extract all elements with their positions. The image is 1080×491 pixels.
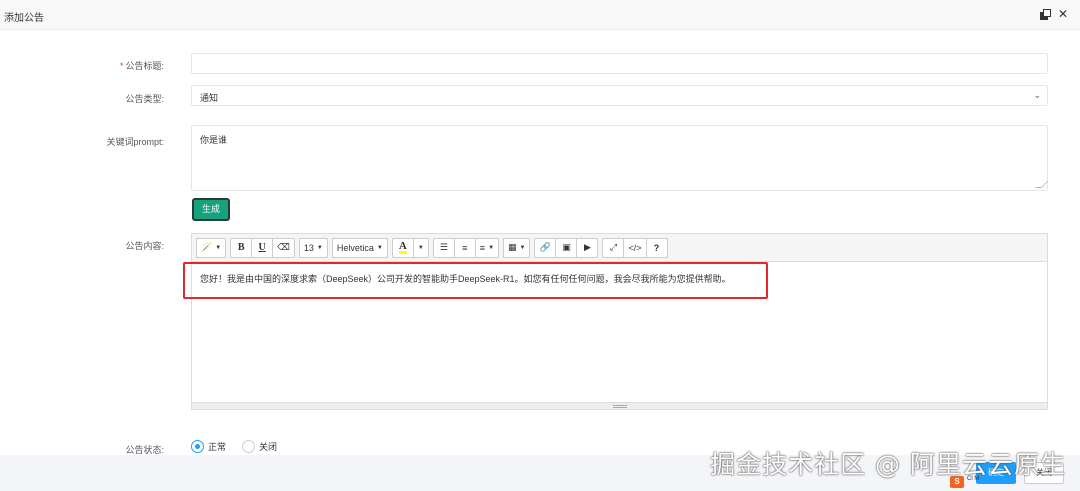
status-option-closed-label: 关闭 <box>259 442 278 452</box>
eraser-icon[interactable]: ⌫ <box>272 237 295 258</box>
code-view-button[interactable]: </> <box>623 237 647 258</box>
title-input[interactable] <box>191 53 1048 74</box>
status-radio-closed[interactable] <box>242 440 256 453</box>
font-size-dropdown[interactable]: 13 ▼ <box>298 237 328 258</box>
editor-resize-bar[interactable] <box>192 402 1047 409</box>
type-select-value: 通知 <box>200 93 219 103</box>
type-select[interactable]: 通知 ⌄ <box>191 85 1048 106</box>
generate-button[interactable]: 生成 <box>192 198 230 221</box>
font-family-dropdown[interactable]: Helvetica ▼ <box>331 237 388 258</box>
annotation-highlight-box <box>183 262 768 299</box>
type-label: 公告类型: <box>125 94 164 104</box>
dialog-titlebar: 添加公告 ✕ <box>0 0 1080 30</box>
chevron-down-icon: ⌄ <box>1033 90 1041 100</box>
highlight-color-button[interactable]: A <box>391 237 414 258</box>
image-icon[interactable]: ▣ <box>555 237 578 258</box>
grip-icon <box>613 405 627 408</box>
title-label: * 公告标题: <box>119 61 164 71</box>
status-radio-group: 正常 关闭 <box>191 440 277 453</box>
prompt-textarea[interactable]: 你是谁 <box>191 125 1049 191</box>
magic-wand-icon[interactable]: 🪄 ▼ <box>196 237 227 258</box>
resize-handle-icon[interactable] <box>1034 181 1049 188</box>
prompt-value: 你是谁 <box>200 135 228 145</box>
dialog-title: 添加公告 <box>4 13 44 24</box>
rich-text-editor: 🪄 ▼ B U ⌫ 13 ▼ Helvetica ▼ A ▼ ☰ ≡ ≡ ▼ ▦ ▼ 🔗 … <box>191 233 1048 410</box>
restore-icon[interactable] <box>1039 8 1051 20</box>
prompt-label: 关键词prompt: <box>106 137 164 147</box>
status-radio-normal[interactable] <box>191 440 204 453</box>
underline-button[interactable]: U <box>251 237 274 258</box>
content-label: 公告内容: <box>125 241 164 251</box>
status-option-normal-label: 正常 <box>208 442 227 452</box>
editor-toolbar: 🪄 ▼ B U ⌫ 13 ▼ Helvetica ▼ A ▼ ☰ ≡ ≡ ▼ ▦ ▼ 🔗 … <box>192 234 1047 262</box>
titlebar-controls: ✕ <box>1039 8 1068 20</box>
video-icon[interactable]: ▶ <box>576 237 599 258</box>
close-icon[interactable]: ✕ <box>1058 8 1068 20</box>
bullet-list-icon[interactable]: ☰ <box>432 237 455 258</box>
highlight-color-dropdown[interactable]: ▼ <box>412 237 429 258</box>
table-dropdown[interactable]: ▦ ▼ <box>503 237 531 258</box>
link-icon[interactable]: 🔗 <box>534 237 557 258</box>
highlight-icon: A <box>398 239 407 254</box>
help-button[interactable]: ? <box>645 237 668 258</box>
align-dropdown[interactable]: ≡ ▼ <box>474 237 500 258</box>
bold-button[interactable]: B <box>230 237 253 258</box>
watermark-text: 掘金技术社区 @ 阿里云云原生 <box>710 450 1066 479</box>
ordered-list-icon[interactable]: ≡ <box>453 237 476 258</box>
fullscreen-icon[interactable]: ⤢ <box>602 237 625 258</box>
required-mark: * <box>119 61 124 71</box>
